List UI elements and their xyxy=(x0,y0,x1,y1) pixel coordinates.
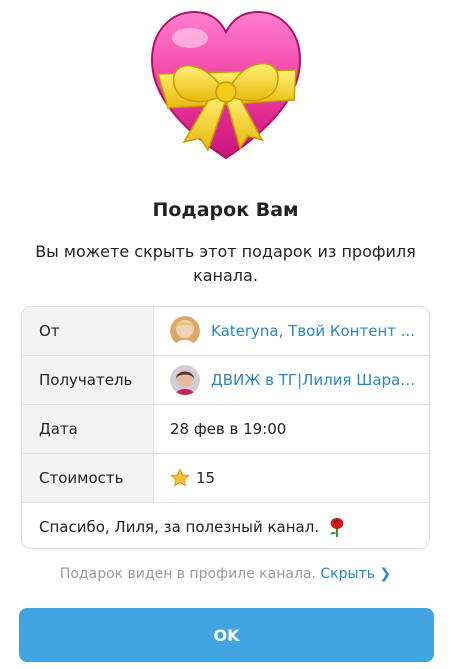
gift-title: Подарок Вам xyxy=(152,199,299,221)
recipient-avatar[interactable] xyxy=(170,365,200,395)
price-value: 15 xyxy=(154,454,429,502)
sender-avatar[interactable] xyxy=(170,316,200,346)
sender-name-link[interactable]: Kateryna, Твой Контент ... xyxy=(211,322,425,340)
from-label: От xyxy=(22,307,154,355)
price-amount: 15 xyxy=(196,469,216,487)
ok-button[interactable]: OK xyxy=(19,608,434,662)
from-value[interactable]: Kateryna, Твой Контент ... xyxy=(154,307,429,355)
heart-with-ribbon-icon xyxy=(150,10,302,160)
visibility-note-text: Подарок виден в профиле канала. xyxy=(59,566,316,582)
visibility-note: Подарок виден в профиле канала. Скрыть ❯ xyxy=(0,566,451,582)
gift-description: Вы можете скрыть этот подарок из профиля… xyxy=(35,242,416,285)
gift-message-text: Спасибо, Лиля, за полезный канал. xyxy=(39,518,320,536)
table-row-recipient: Получатель ДВИЖ в ТГ|Лилия Шараф... xyxy=(22,356,429,405)
date-value: 28 фев в 19:00 xyxy=(170,420,287,438)
date-label: Дата xyxy=(22,405,154,453)
recipient-label: Получатель xyxy=(22,356,154,404)
recipient-value[interactable]: ДВИЖ в ТГ|Лилия Шараф... xyxy=(154,356,429,404)
recipient-name-link[interactable]: ДВИЖ в ТГ|Лилия Шараф... xyxy=(211,371,429,389)
rose-icon xyxy=(330,518,344,537)
table-row-from: От Kateryna, Твой Контент ... xyxy=(22,307,429,356)
table-row-date: Дата 28 фев в 19:00 xyxy=(22,405,429,454)
hide-gift-link[interactable]: Скрыть ❯ xyxy=(320,566,391,582)
star-icon xyxy=(170,468,190,487)
price-label: Стоимость xyxy=(22,454,154,502)
table-row-price: Стоимость 15 xyxy=(22,454,429,503)
gift-message: Спасибо, Лиля, за полезный канал. xyxy=(22,503,429,548)
gift-details-table: От Kateryna, Твой Контент ... Получатель… xyxy=(21,306,430,549)
